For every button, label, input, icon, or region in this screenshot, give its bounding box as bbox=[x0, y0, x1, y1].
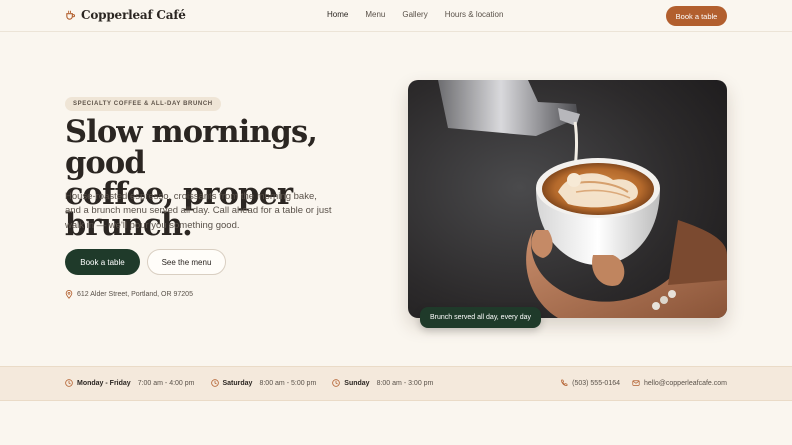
address-text: 612 Alder Street, Portland, OR 97205 bbox=[77, 291, 193, 298]
brunch-all-day-badge: Brunch served all day, every day bbox=[420, 307, 542, 328]
header-book-table-button[interactable]: Book a table bbox=[666, 6, 727, 26]
hero-title-line-1: Slow mornings, good bbox=[65, 114, 318, 181]
opening-hours: Monday - Friday 7:00 am - 4:00 pm Saturd… bbox=[65, 379, 433, 387]
nav-item-home[interactable]: Home bbox=[327, 10, 348, 19]
main-nav: Home Menu Gallery Hours & location bbox=[327, 10, 520, 19]
hours-time: 8:00 am - 5:00 pm bbox=[259, 379, 317, 387]
hours-weekday: Monday - Friday 7:00 am - 4:00 pm bbox=[65, 379, 195, 387]
hero-latte-art-photo bbox=[408, 80, 727, 318]
hours-saturday: Saturday 8:00 am - 5:00 pm bbox=[210, 379, 317, 387]
phone-number: (503) 555-0164 bbox=[572, 379, 620, 387]
phone-icon bbox=[561, 379, 568, 386]
hours-days-label: Monday - Friday bbox=[77, 379, 131, 387]
clock-icon bbox=[65, 379, 73, 387]
nav-item-gallery[interactable]: Gallery bbox=[402, 10, 427, 19]
latte-photo-illustration bbox=[408, 80, 727, 318]
hours-time: 8:00 am - 3:00 pm bbox=[376, 379, 434, 387]
map-pin-icon bbox=[65, 290, 73, 299]
coffee-cup-icon bbox=[66, 10, 76, 20]
email-link[interactable]: hello@copperleafcafe.com bbox=[632, 379, 727, 387]
hours-contact-bar: Monday - Friday 7:00 am - 4:00 pm Saturd… bbox=[0, 366, 792, 401]
address-line: 612 Alder Street, Portland, OR 97205 bbox=[65, 290, 193, 299]
site-header: Copperleaf Café Home Menu Gallery Hours … bbox=[0, 0, 792, 32]
nav-item-hours-location[interactable]: Hours & location bbox=[445, 10, 504, 19]
hero-description: House-roasted espresso, croissants from … bbox=[65, 191, 332, 231]
hours-days-label: Sunday bbox=[344, 379, 370, 387]
hours-days-label: Saturday bbox=[222, 379, 253, 387]
mail-icon bbox=[632, 380, 640, 386]
book-table-button[interactable]: Book a table bbox=[65, 249, 140, 275]
contact-info: (503) 555-0164 hello@copperleafcafe.com bbox=[560, 379, 727, 387]
clock-icon bbox=[332, 379, 341, 387]
email-address: hello@copperleafcafe.com bbox=[644, 379, 727, 387]
see-menu-button[interactable]: See the menu bbox=[147, 249, 226, 275]
clock-icon bbox=[210, 379, 219, 387]
brand-name: Copperleaf Café bbox=[81, 8, 186, 22]
hero-eyebrow-badge: SPECIALTY COFFEE & ALL-DAY BRUNCH bbox=[65, 97, 221, 111]
brand-logo[interactable]: Copperleaf Café bbox=[65, 8, 186, 22]
hours-time: 7:00 am - 4:00 pm bbox=[137, 379, 195, 387]
hours-sunday: Sunday 8:00 am - 3:00 pm bbox=[332, 379, 433, 387]
nav-item-menu[interactable]: Menu bbox=[365, 10, 385, 19]
phone-link[interactable]: (503) 555-0164 bbox=[560, 379, 620, 387]
